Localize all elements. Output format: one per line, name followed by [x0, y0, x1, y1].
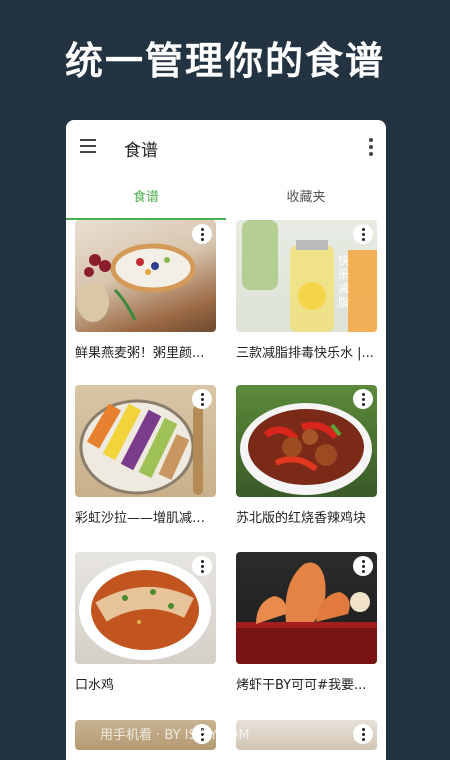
more-vert-icon[interactable] [353, 389, 373, 409]
app-bar: 食谱 [66, 120, 386, 176]
more-vert-icon[interactable] [353, 224, 373, 244]
recipe-title: 口水鸡 [75, 678, 115, 693]
tab-favorites[interactable]: 收藏夹 [226, 176, 386, 220]
recipe-card[interactable] [236, 720, 377, 750]
recipe-card[interactable]: 口水鸡 [75, 552, 216, 712]
recipe-title: 苏北版的红烧香辣鸡块 [236, 511, 367, 526]
recipe-card[interactable]: 苏北版的红烧香辣鸡块 [236, 385, 377, 545]
app-title: 食谱 [124, 141, 158, 161]
tab-bar: 食谱 收藏夹 [66, 176, 386, 220]
recipe-image [236, 552, 377, 664]
more-vert-icon[interactable] [353, 556, 373, 576]
more-vert-icon[interactable] [192, 224, 212, 244]
svg-text:乐: 乐 [338, 268, 349, 281]
svg-text:快: 快 [338, 254, 349, 267]
hero-title: 统一管理你的食谱 [64, 39, 385, 83]
recipe-card[interactable]: 快 乐 减 脂 三款减脂排毒快乐水 |... [236, 220, 377, 380]
recipe-card[interactable]: 彩虹沙拉——增肌减脂... [75, 385, 216, 545]
watermark-text: 用手机看 · BY ISJXY.COM [100, 728, 250, 743]
recipe-card[interactable]: 烤虾干BY可可#我要... [236, 552, 377, 712]
recipe-image [75, 552, 216, 664]
recipe-image [75, 385, 216, 497]
hamburger-menu-icon[interactable] [80, 139, 96, 153]
recipe-title: 彩虹沙拉——增肌减脂... [75, 511, 216, 526]
more-vert-icon[interactable] [192, 556, 212, 576]
app-screen: 食谱 食谱 收藏夹 鲜果燕麦粥！粥里颜... 快 乐 减 脂 三款减脂排毒快乐水… [66, 120, 386, 760]
more-vert-icon[interactable] [192, 389, 212, 409]
svg-text:减: 减 [338, 282, 349, 295]
recipe-title: 鲜果燕麦粥！粥里颜... [75, 346, 205, 361]
recipe-image [236, 385, 377, 497]
recipe-card[interactable]: 鲜果燕麦粥！粥里颜... [75, 220, 216, 380]
recipe-image: 快 乐 减 脂 [236, 220, 377, 332]
recipe-title: 烤虾干BY可可#我要... [236, 678, 367, 693]
more-vert-icon[interactable] [353, 724, 373, 744]
recipe-image [75, 220, 216, 332]
more-vert-icon[interactable] [368, 138, 374, 156]
recipe-title: 三款减脂排毒快乐水 |... [236, 346, 374, 361]
svg-text:脂: 脂 [338, 295, 349, 309]
tab-recipes[interactable]: 食谱 [66, 176, 226, 220]
recipe-image [236, 720, 377, 750]
